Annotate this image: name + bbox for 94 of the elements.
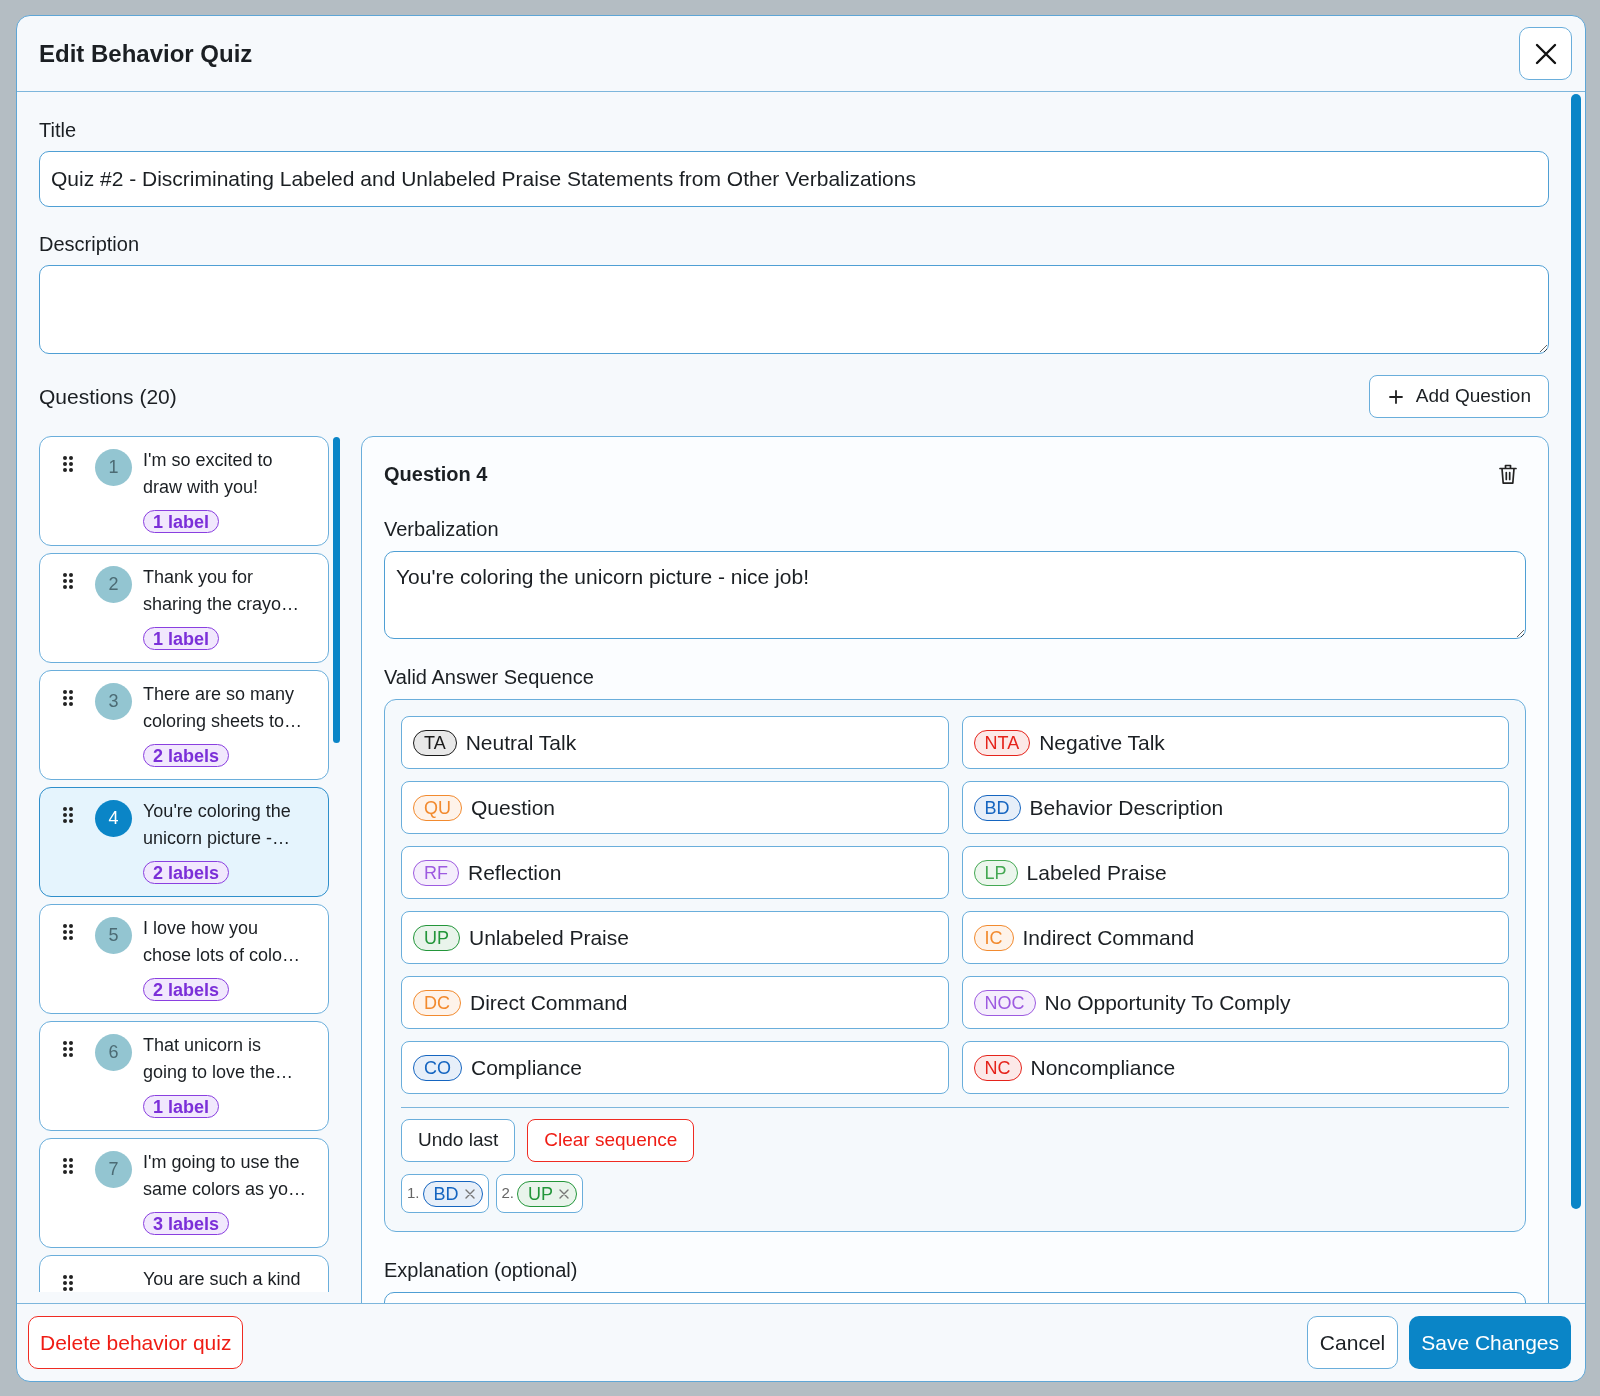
field-label: Valid Answer Sequence [384,665,595,689]
delete-question-button[interactable] [1497,462,1519,486]
question-card[interactable]: 6 That unicorn is going to love the… 1 label [39,1021,329,1131]
drag-handle-icon [63,573,73,589]
undo-last-button[interactable]: Undo last [401,1119,516,1162]
answer-option-button[interactable]: QU Question [401,781,949,834]
tag-code: BD [433,1184,459,1203]
label-count-badge: 3 labels [143,1212,230,1235]
cancel-button[interactable]: Cancel [1306,1316,1399,1369]
question-number: 6 [95,1034,132,1071]
drag-handle-icon [63,1041,73,1057]
trash-icon [1499,463,1517,485]
sequence-chip[interactable]: 1. BD [401,1174,489,1213]
section-heading: Questions (20) [39,383,177,410]
label-count-badge: 1 label [143,1095,220,1118]
drag-handle-icon [63,1158,73,1174]
sequence-number: 2. [501,1183,515,1204]
drag-handle-icon [63,456,73,472]
question-card[interactable]: 1 I'm so excited to draw with you! 1 label [39,436,329,546]
clear-sequence-button[interactable]: Clear sequence [527,1119,695,1162]
close-button[interactable] [1519,27,1572,80]
code-badge: NOC [973,989,1036,1016]
answer-option-button[interactable]: CO Compliance [401,1041,949,1094]
scrollbar-thumb[interactable] [1571,94,1581,1209]
answer-option-button[interactable]: DC Direct Command [401,976,949,1029]
question-text: Thank you for sharing the crayo… [143,566,300,616]
save-changes-button[interactable]: Save Changes [1409,1316,1571,1369]
label-count-badge: 1 label [143,510,220,533]
question-card[interactable]: 4 You're coloring the unicorn picture -… 2 labels [39,787,329,897]
title-input[interactable]: Quiz #2 - Discriminating Labeled and Unlabeled Praise Statements from Other Verbalizations [39,151,1549,207]
answer-option-button[interactable]: TA Neutral Talk [401,716,949,769]
plus-icon [1388,389,1403,404]
sequence-number: 1. [407,1183,420,1204]
question-number: 7 [95,1151,132,1188]
code-badge: QU [413,794,462,821]
label-count-badge: 2 labels [143,978,230,1001]
field-label: Explanation (optional) [384,1258,579,1282]
field-label: Verbalization [384,517,500,541]
list-scrollbar-thumb[interactable] [333,437,340,743]
question-text: I'm so excited to draw with you! [143,449,273,499]
question-text: I'm going to use the same colors as yo… [143,1151,307,1201]
answer-option-button[interactable]: LP Labeled Praise [961,846,1509,899]
drag-handle-icon [63,924,73,940]
remove-icon [559,1188,570,1199]
question-text: There are so many coloring sheets to… [143,683,303,733]
answer-option-button[interactable]: NOC No Opportunity To Comply [961,976,1509,1029]
question-number: 5 [95,917,132,954]
code-badge: IC [973,924,1014,951]
code-badge: TA [413,729,457,756]
delete-quiz-button[interactable]: Delete behavior quiz [28,1316,244,1369]
code-badge: NTA [973,729,1031,756]
drag-handle-icon [63,807,73,823]
answer-option-button[interactable]: NC Noncompliance [961,1041,1509,1094]
question-card[interactable]: You are such a kind [39,1255,329,1292]
verbalization-input[interactable]: You're coloring the unicorn picture - nice job! [384,551,1526,639]
description-input[interactable] [39,265,1549,354]
question-number: 3 [95,683,132,720]
question-number: 4 [95,800,132,837]
code-badge: CO [413,1054,462,1081]
code-badge: LP [973,859,1018,886]
question-text: You are such a kind [143,1268,301,1291]
question-card[interactable]: 3 There are so many coloring sheets to… 2 labels [39,670,329,780]
question-heading: Question 4 [384,462,488,486]
code-badge: BD [973,794,1021,821]
question-text: I love how you chose lots of colo… [143,917,301,967]
question-text: You're coloring the unicorn picture -… [143,800,291,850]
answer-option-button[interactable]: IC Indirect Command [961,911,1509,964]
code-badge: NC [973,1054,1022,1081]
label-count-badge: 2 labels [143,861,230,884]
add-question-button[interactable]: Add Question [1368,375,1549,418]
code-badge: DC [413,989,461,1016]
label-count-badge: 2 labels [143,744,230,767]
answer-option-button[interactable]: BD Behavior Description [961,781,1509,834]
field-label: Description [39,232,141,256]
drag-handle-icon [63,1275,73,1291]
drag-handle-icon [63,690,73,706]
dialog-title: Edit Behavior Quiz [39,38,253,69]
question-card[interactable]: 2 Thank you for sharing the crayo… 1 label [39,553,329,663]
question-card[interactable]: 5 I love how you chose lots of colo… 2 labels [39,904,329,1014]
question-number: 2 [95,566,132,603]
question-card[interactable]: 7 I'm going to use the same colors as yo… 3 labels [39,1138,329,1248]
question-text: That unicorn is going to love the… [143,1034,294,1084]
remove-icon [464,1188,475,1199]
question-number: 1 [95,449,132,486]
answer-option-button[interactable]: RF Reflection [401,846,949,899]
close-icon [1534,42,1557,65]
tag-code: UP [528,1184,554,1203]
sequence-chip[interactable]: 2. UP [495,1174,584,1213]
label-count-badge: 1 label [143,627,220,650]
answer-option-button[interactable]: NTA Negative Talk [961,716,1509,769]
answer-option-button[interactable]: UP Unlabeled Praise [401,911,949,964]
code-badge: RF [413,859,459,886]
field-label: Title [39,118,78,142]
code-badge: UP [413,924,460,951]
